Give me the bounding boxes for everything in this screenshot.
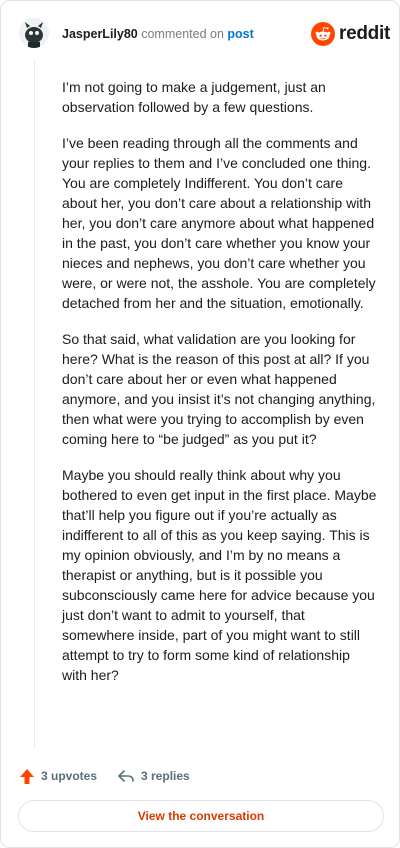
thread-line <box>34 59 35 749</box>
byline-action-text: commented on <box>141 27 224 41</box>
upvote-arrow-icon <box>20 768 34 784</box>
reddit-logo[interactable]: reddit <box>311 21 390 47</box>
view-conversation-button[interactable]: View the conversation <box>18 800 384 832</box>
user-avatar[interactable] <box>19 18 49 48</box>
comment-paragraph: I’ve been reading through all the commen… <box>62 135 376 311</box>
comment-paragraph: So that said, what validation are you lo… <box>62 331 376 447</box>
comment-body: I’m not going to make a judgement, just … <box>62 77 378 701</box>
replies-button[interactable]: 3 replies <box>117 768 190 784</box>
comment-paragraph: Maybe you should really think about why … <box>62 467 377 683</box>
comment-paragraph: I’m not going to make a judgement, just … <box>62 79 326 115</box>
comment-card: JasperLily80 commented on post reddit I’… <box>0 0 400 848</box>
post-link[interactable]: post <box>227 27 253 41</box>
username-link[interactable]: JasperLily80 <box>62 27 138 41</box>
reddit-snoo-icon <box>311 22 335 46</box>
upvote-button[interactable]: 3 upvotes <box>19 768 97 785</box>
comment-header: JasperLily80 commented on post reddit <box>1 1 400 65</box>
upvote-count: 3 upvotes <box>41 769 98 783</box>
reddit-wordmark: reddit <box>339 23 390 44</box>
comment-byline: JasperLily80 commented on post <box>62 26 254 42</box>
comment-actions: 3 upvotes 3 replies <box>19 766 190 786</box>
reply-arrow-icon <box>118 770 134 782</box>
reply-count: 3 replies <box>141 769 190 783</box>
snoo-avatar-icon <box>19 18 49 48</box>
